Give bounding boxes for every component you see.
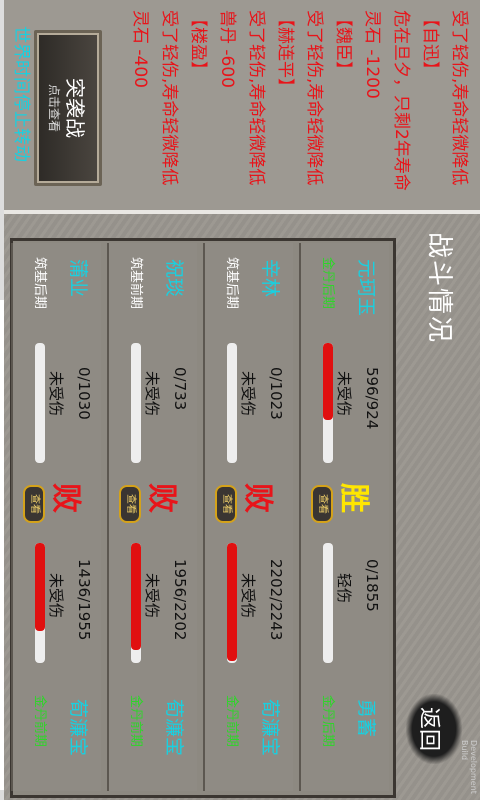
right-fighter-realm: 金丹前期 (32, 695, 47, 748)
log-line: 受了轻伤,寿命轻微降低 (304, 10, 324, 186)
left-fighter-name: 元珂玉 (355, 259, 377, 317)
left-hp-text: 0/1030 (75, 367, 93, 420)
raid-battle-title: 突袭战 (63, 78, 87, 138)
right-hp-bar (227, 543, 237, 663)
left-fighter-realm: 筑基后期 (224, 257, 239, 310)
battle-row: 蒲业 筑基后期 0/1030 未受伤败查看 1436/1955 未受伤 荀濂宝 金丹前期 (11, 243, 101, 791)
right-fighter-realm: 金丹前期 (128, 695, 143, 748)
right-hp-text: 0/1855 (363, 559, 381, 612)
left-hp-bar (35, 343, 45, 463)
right-hp-text: 1956/2202 (171, 559, 189, 641)
left-fighter-name: 祝琰 (163, 259, 185, 298)
horizontal-scrollbar[interactable] (0, 0, 4, 800)
left-fighter-name: 蒲业 (67, 259, 89, 298)
back-button[interactable]: 返回 (406, 694, 462, 764)
right-hp-bar (131, 543, 141, 663)
log-line: 【魏臣】 (333, 10, 353, 78)
right-fighter-name: 荀濂宝 (259, 699, 281, 757)
log-line: 受了轻伤,寿命轻微降低 (246, 10, 266, 186)
left-hp-text: 0/733 (171, 367, 189, 411)
left-hp-bar (227, 343, 237, 463)
log-line: 【楼盈】 (188, 10, 208, 78)
left-status: 未受伤 (47, 371, 65, 417)
log-line: 危在旦夕，只剩2年寿命 (391, 10, 411, 191)
log-line: 【赫连平】 (275, 10, 295, 95)
right-hp-text: 1436/1955 (75, 559, 93, 641)
left-fighter-name: 辛林 (259, 259, 281, 298)
right-status: 未受伤 (47, 573, 65, 619)
panel-divider (0, 210, 480, 214)
log-line: 受了轻伤,寿命轻微降低 (449, 10, 469, 186)
battle-result: 败 (240, 483, 275, 513)
battle-row: 辛林 筑基后期 0/1023 未受伤败查看 2202/2243 未受伤 荀濂宝 金丹前期 (203, 243, 293, 791)
left-hp-text: 596/924 (363, 367, 381, 430)
time-stop-notice: 世界时间停止转动 (11, 26, 31, 162)
left-hp-text: 0/1023 (267, 367, 285, 420)
right-fighter-name: 荀濂宝 (67, 699, 89, 757)
right-hp-bar (323, 543, 333, 663)
log-line: 灵石 -1200 (362, 10, 382, 99)
view-detail-button[interactable]: 查看 (215, 485, 237, 523)
right-status: 轻伤 (335, 573, 353, 604)
log-line: 受了轻伤,寿命轻微降低 (159, 10, 179, 186)
raid-battle-subtitle: 点击查看 (47, 83, 61, 132)
right-fighter-name: 勇蓄 (355, 699, 377, 738)
battle-title: 战斗情况 (424, 232, 454, 345)
battle-row: 元珂玉 金丹后期 596/924 未受伤胜查看 0/1855 轻伤 勇蓄 金丹后期 (299, 243, 389, 791)
left-status: 未受伤 (239, 371, 257, 417)
log-line: 灵石 -400 (130, 10, 150, 88)
left-hp-fill (323, 343, 333, 421)
right-status: 未受伤 (239, 573, 257, 619)
battle-row: 祝琰 筑基前期 0/733 未受伤败查看 1956/2202 未受伤 荀濂宝 金丹前期 (107, 243, 197, 791)
battle-result: 败 (144, 483, 179, 513)
game-screen: 受了轻伤,寿命轻微降低 【自迅】 危在旦夕，只剩2年寿命 灵石 -1200 【魏臣】 受了… (0, 0, 480, 800)
battle-result: 胜 (336, 483, 371, 513)
view-detail-button[interactable]: 查看 (119, 485, 141, 523)
right-hp-fill (131, 543, 141, 650)
log-line: 【自迅】 (420, 10, 440, 78)
right-fighter-realm: 金丹前期 (224, 695, 239, 748)
log-line: 兽丹 -600 (217, 10, 237, 88)
left-fighter-realm: 筑基后期 (32, 257, 47, 310)
right-hp-fill (227, 543, 237, 661)
left-status: 未受伤 (143, 371, 161, 417)
right-status: 未受伤 (143, 573, 161, 619)
right-hp-bar (35, 543, 45, 663)
right-hp-fill (35, 543, 45, 632)
view-detail-button[interactable]: 查看 (23, 485, 45, 523)
left-status: 未受伤 (335, 371, 353, 417)
battle-result: 败 (48, 483, 83, 513)
back-button-label: 返回 (416, 706, 441, 751)
right-fighter-realm: 金丹后期 (320, 695, 335, 748)
right-hp-text: 2202/2243 (267, 559, 285, 641)
battle-table: 元珂玉 金丹后期 596/924 未受伤胜查看 0/1855 轻伤 勇蓄 金丹后期 辛林 筑基后期… (10, 238, 396, 798)
left-hp-bar (131, 343, 141, 463)
left-fighter-realm: 筑基前期 (128, 257, 143, 310)
raid-battle-button[interactable]: 突袭战 点击查看 (34, 30, 102, 186)
right-fighter-name: 荀濂宝 (163, 699, 185, 757)
view-detail-button[interactable]: 查看 (311, 485, 333, 523)
scrollbar-thumb[interactable] (0, 300, 4, 790)
left-fighter-realm: 金丹后期 (320, 257, 335, 310)
left-hp-bar (323, 343, 333, 463)
dev-build-label: Development Build (460, 740, 478, 794)
